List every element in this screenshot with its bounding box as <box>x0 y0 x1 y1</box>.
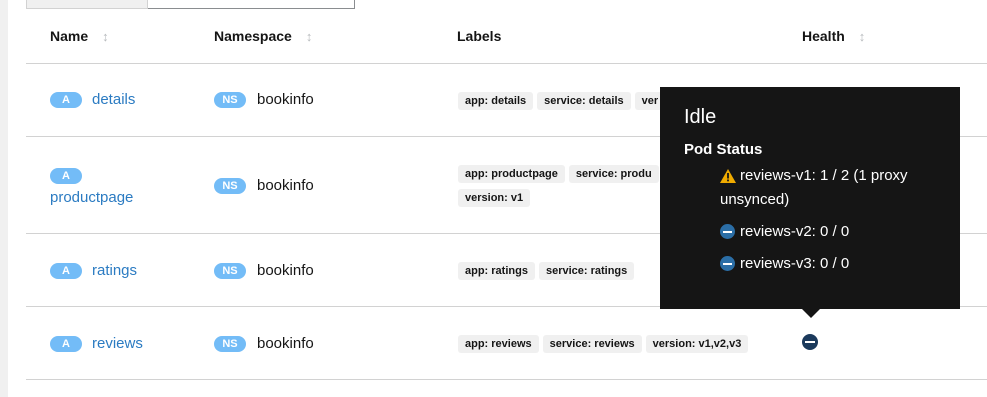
label-chip: service: details <box>537 92 631 110</box>
namespace-cell: NS bookinfo <box>214 177 314 194</box>
namespace-text: bookinfo <box>257 335 314 352</box>
app-name-link[interactable]: ratings <box>92 262 137 279</box>
name-cell: A reviews <box>50 335 143 352</box>
name-cell: A details <box>50 91 135 108</box>
pod-status-text: reviews-v1: 1 / 2 (1 proxy <box>740 167 908 184</box>
label-chip: service: reviews <box>542 335 642 353</box>
minus-circle-icon <box>720 256 735 271</box>
sort-icon[interactable]: ↕ <box>859 30 866 43</box>
label-chip: app: details <box>458 92 534 110</box>
app-badge: A <box>50 262 82 279</box>
namespace-text: bookinfo <box>257 262 314 279</box>
label-chip: app: reviews <box>458 335 539 353</box>
namespace-badge: NS <box>214 262 246 279</box>
app-name-link[interactable]: details <box>92 91 135 108</box>
column-header-label: Health <box>802 28 845 44</box>
app-name-link[interactable]: reviews <box>92 335 143 352</box>
app-badge: A <box>50 168 82 184</box>
label-chip: app: ratings <box>458 262 535 280</box>
namespace-cell: NS bookinfo <box>214 262 314 279</box>
tooltip-subtitle: Pod Status <box>684 141 763 158</box>
namespace-text: bookinfo <box>257 177 314 194</box>
pod-status-text-cont: unsynced) <box>720 191 790 208</box>
labels-cell: app: reviews service: reviews version: v… <box>458 335 798 353</box>
pod-status-text: reviews-v2: 0 / 0 <box>740 223 850 240</box>
pod-status-item: reviews-v2: 0 / 0 <box>684 220 936 244</box>
filter-dropdown[interactable] <box>26 0 148 9</box>
app-badge: A <box>50 91 82 108</box>
table-row: A reviews NS bookinfo app: reviews servi… <box>26 307 987 380</box>
namespace-text: bookinfo <box>257 91 314 108</box>
name-cell: A productpage <box>50 166 133 206</box>
name-cell: A ratings <box>50 262 137 279</box>
namespace-cell: NS bookinfo <box>214 335 314 352</box>
column-header-label: Labels <box>457 28 502 44</box>
pod-status-item: reviews-v1: 1 / 2 (1 proxy unsynced) <box>684 164 936 212</box>
tooltip-title: Idle <box>684 106 717 128</box>
minus-circle-icon <box>720 224 735 239</box>
pod-status-text: reviews-v3: 0 / 0 <box>740 255 850 272</box>
label-chip: service: ratings <box>538 262 635 280</box>
label-chip: service: produ <box>568 165 659 183</box>
column-header-namespace[interactable]: Namespace ↕ <box>214 28 312 44</box>
pod-status-item: reviews-v3: 0 / 0 <box>684 252 936 276</box>
health-idle-icon[interactable] <box>802 334 818 350</box>
sort-icon[interactable]: ↕ <box>306 30 313 43</box>
namespace-badge: NS <box>214 177 246 194</box>
column-header-name[interactable]: Name ↕ <box>50 28 109 44</box>
app-badge: A <box>50 335 82 352</box>
column-header-labels: Labels <box>457 28 501 44</box>
tooltip-arrow <box>801 308 821 318</box>
column-header-health[interactable]: Health ↕ <box>802 28 865 44</box>
label-chip: version: v1,v2,v3 <box>645 335 749 353</box>
label-chip: app: productpage <box>458 165 565 183</box>
warning-icon <box>720 169 736 183</box>
namespace-badge: NS <box>214 335 246 352</box>
label-chip: version: v1 <box>458 189 531 207</box>
column-header-label: Namespace <box>214 28 292 44</box>
column-header-label: Name <box>50 28 89 44</box>
filter-input[interactable] <box>148 0 355 9</box>
namespace-badge: NS <box>214 91 246 108</box>
app-name-link[interactable]: productpage <box>50 189 133 206</box>
sort-icon[interactable]: ↕ <box>102 30 109 43</box>
health-tooltip: Idle Pod Status reviews-v1: 1 / 2 (1 pro… <box>660 87 960 318</box>
table-header: Name ↕ Namespace ↕ Labels Health ↕ <box>26 9 987 64</box>
namespace-cell: NS bookinfo <box>214 91 314 108</box>
